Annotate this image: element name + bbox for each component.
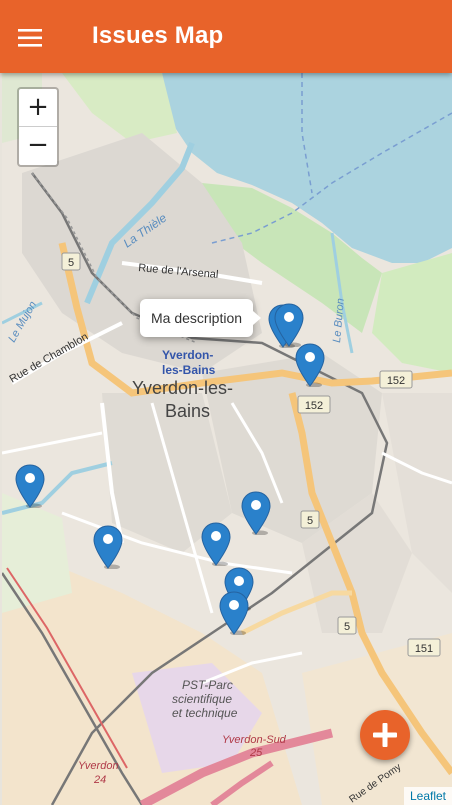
add-issue-button[interactable]	[360, 710, 410, 760]
marker-popup: Ma description	[140, 299, 262, 337]
issue-marker[interactable]	[241, 491, 271, 536]
station-label-line-2: les-Bains	[162, 363, 216, 377]
page-title: Issues Map	[92, 22, 224, 49]
zoom-control: + −	[17, 87, 59, 167]
road-shield-151: 151	[407, 638, 441, 657]
svg-text:5: 5	[344, 621, 350, 633]
map-attribution: Leaflet	[403, 787, 452, 805]
map-pin-icon	[219, 591, 249, 636]
svg-text:5: 5	[307, 515, 313, 527]
menu-button[interactable]	[18, 16, 66, 60]
map-pin-icon	[201, 522, 231, 567]
issue-marker[interactable]	[15, 464, 45, 509]
issue-marker[interactable]	[274, 303, 304, 348]
road-shield-5a: 5	[61, 252, 81, 271]
issue-marker[interactable]	[201, 522, 231, 567]
map-pin-icon	[241, 491, 271, 536]
map-pin-icon	[274, 303, 304, 348]
park-label-line-2: scientifique	[172, 692, 232, 706]
station-label-line-1: Yverdon-	[162, 348, 213, 362]
svg-text:152: 152	[387, 375, 405, 387]
map-pin-icon	[93, 525, 123, 570]
road-shield-152a: 152	[379, 370, 413, 389]
issue-marker[interactable]	[295, 343, 325, 388]
issue-marker[interactable]	[219, 591, 249, 636]
zoom-out-button[interactable]: −	[19, 127, 57, 165]
city-label-line-1: Yverdon-les-	[132, 378, 233, 398]
map-pin-icon	[15, 464, 45, 509]
leaflet-link[interactable]: Leaflet	[410, 789, 446, 803]
city-label-line-2: Bains	[165, 401, 210, 421]
exit-24-label-1: Yverdon	[78, 760, 119, 772]
exit-24-label-2: 24	[93, 774, 106, 786]
road-shield-5c: 5	[337, 616, 357, 635]
station-sud-label-1: Yverdon-Sud	[222, 734, 287, 746]
issue-marker[interactable]	[93, 525, 123, 570]
park-label-line-1: PST-Parc	[182, 678, 233, 692]
svg-text:151: 151	[415, 643, 433, 655]
plus-icon	[373, 723, 397, 747]
road-shield-5b: 5	[300, 510, 320, 529]
map-pin-icon	[295, 343, 325, 388]
park-label-line-3: et technique	[172, 706, 238, 720]
hamburger-menu-icon	[18, 29, 42, 47]
station-sud-label-2: 25	[249, 747, 263, 759]
zoom-in-button[interactable]: +	[19, 89, 57, 127]
road-shield-152b: 152	[297, 395, 331, 414]
map-tiles[interactable]: Yverdon-les- Bains Yverdon- les-Bains Ru…	[2, 73, 452, 805]
app-bar: Issues Map	[0, 0, 452, 73]
svg-text:152: 152	[305, 400, 323, 412]
map-view[interactable]: Yverdon-les- Bains Yverdon- les-Bains Ru…	[2, 73, 452, 805]
svg-text:5: 5	[68, 257, 74, 269]
